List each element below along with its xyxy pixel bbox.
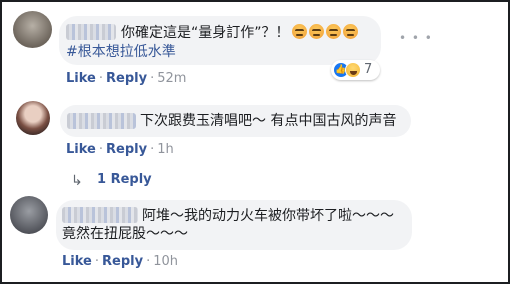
- reply-button[interactable]: Reply: [102, 254, 143, 269]
- comment-text-line-2: 竟然在扭屁股～～～: [62, 226, 188, 242]
- commenter-name[interactable]: [62, 207, 138, 223]
- comment-actions: Like · Reply · 52m: [66, 71, 186, 87]
- comment-text-line-1: 阿堆～我的动力火车被你带坏了啦～～～: [142, 208, 394, 224]
- angry-face-icon: [291, 24, 307, 39]
- separator: ·: [94, 254, 99, 269]
- separator: ·: [98, 71, 103, 86]
- separator: ·: [98, 142, 103, 157]
- avatar[interactable]: [13, 11, 52, 48]
- reply-button[interactable]: Reply: [106, 71, 147, 86]
- reaction-count: 7: [364, 62, 373, 77]
- reply-button[interactable]: Reply: [106, 142, 147, 157]
- like-button[interactable]: Like: [66, 142, 96, 157]
- comment-text: 你確定這是“量身訂作”？！: [121, 24, 358, 42]
- haha-icon: [345, 62, 361, 78]
- comment-text: 下次跟费玉清唱吧～ 有点中国古风的声音: [140, 113, 397, 129]
- view-replies-link[interactable]: 1 Reply: [97, 172, 152, 187]
- avatar[interactable]: [16, 101, 50, 135]
- commenter-name[interactable]: [66, 24, 116, 40]
- like-button[interactable]: Like: [66, 71, 96, 86]
- avatar[interactable]: [10, 196, 48, 234]
- angry-face-icon: [325, 24, 341, 39]
- more-dots-icon[interactable]: • • •: [399, 31, 433, 45]
- angry-face-icon: [342, 24, 358, 39]
- separator: ·: [146, 254, 151, 269]
- angry-face-icon: [308, 24, 324, 39]
- comment-actions: Like · Reply · 1h: [66, 142, 174, 158]
- timestamp[interactable]: 52m: [157, 71, 186, 86]
- hashtag-link[interactable]: #根本想拉低水準: [66, 43, 176, 61]
- comment-actions: Like · Reply · 10h: [62, 254, 178, 270]
- commenter-name[interactable]: [67, 113, 136, 129]
- separator: ·: [150, 71, 155, 86]
- like-button[interactable]: Like: [62, 254, 92, 269]
- reaction-summary[interactable]: 👍 7: [331, 60, 380, 80]
- timestamp[interactable]: 10h: [153, 254, 178, 269]
- reply-arrow-icon: ↳: [71, 173, 83, 189]
- timestamp[interactable]: 1h: [157, 142, 174, 157]
- separator: ·: [150, 142, 155, 157]
